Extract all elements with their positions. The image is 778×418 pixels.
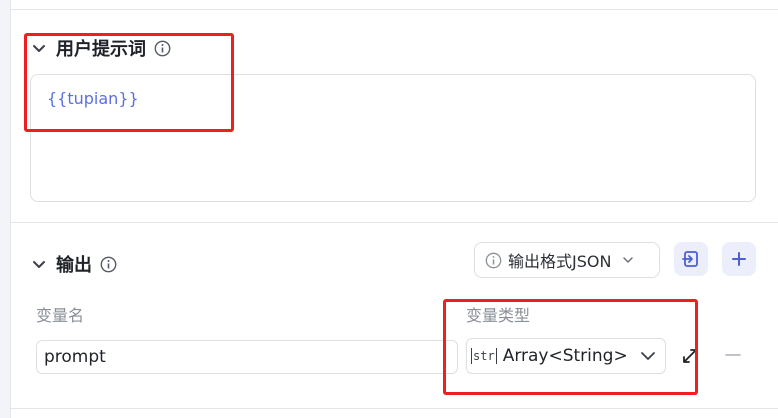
- import-button[interactable]: [674, 242, 708, 276]
- add-output-button[interactable]: [722, 242, 756, 276]
- variable-name-column-label: 变量名: [36, 306, 85, 325]
- output-format-label: 输出格式JSON: [508, 252, 612, 271]
- info-icon: [485, 252, 502, 268]
- minus-icon[interactable]: [725, 347, 741, 363]
- divider: [10, 222, 778, 223]
- divider: [10, 408, 778, 409]
- chevron-down-icon: [623, 257, 634, 264]
- output-section-title: 输出: [56, 255, 92, 276]
- output-format-button[interactable]: 输出格式JSON: [474, 242, 660, 278]
- divider: [10, 9, 778, 10]
- output-section-header[interactable]: 输出: [30, 251, 117, 277]
- import-icon: [682, 251, 698, 267]
- chevron-down-icon[interactable]: [30, 255, 48, 273]
- plus-icon: [732, 252, 746, 266]
- highlight-box: [24, 33, 234, 132]
- highlight-box: [443, 299, 698, 395]
- info-icon[interactable]: [100, 256, 117, 273]
- variable-name-input[interactable]: prompt: [36, 340, 458, 374]
